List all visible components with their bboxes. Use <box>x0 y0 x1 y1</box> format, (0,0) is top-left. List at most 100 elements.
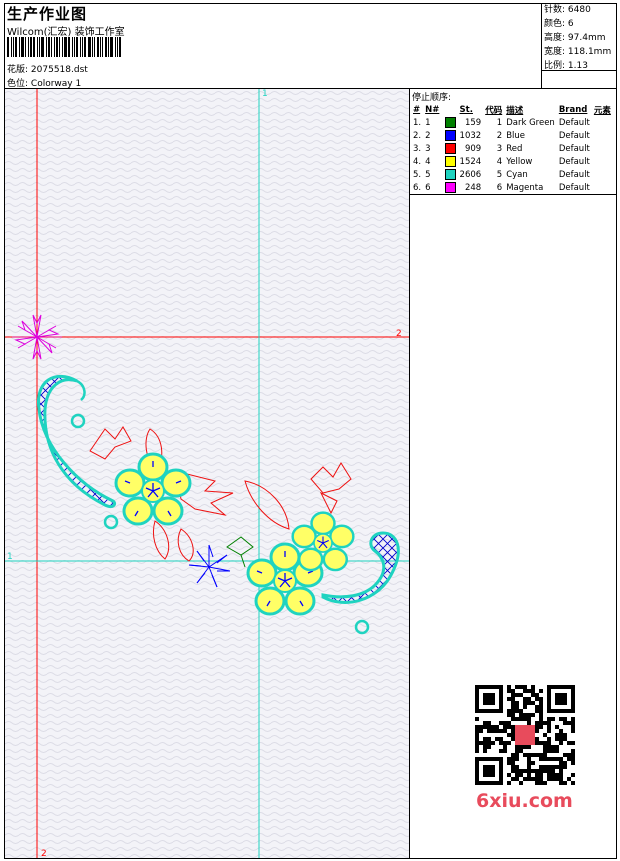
cell-st: 159 <box>464 117 482 128</box>
stat-width: 宽度: 118.1mm <box>544 47 612 57</box>
column-header: Brand <box>558 104 588 115</box>
barcode-bar <box>39 37 40 57</box>
table-cell: 5 <box>483 168 504 181</box>
table-cell: 3 <box>483 142 504 155</box>
table-cell: Cyan <box>504 168 557 181</box>
table-row: 2. 2 1032 2 Blue Default <box>411 129 613 142</box>
table-cell: Blue <box>504 129 557 142</box>
barcode-bar <box>21 37 24 57</box>
barcode-bar <box>115 37 116 57</box>
table-cell: Default <box>557 168 592 181</box>
barcode-bar <box>11 37 12 57</box>
column-header: St. <box>459 104 473 115</box>
table-cell: 909 <box>458 142 484 155</box>
table-cell: Default <box>557 116 592 129</box>
marker-right: 2 <box>396 329 402 339</box>
stop-sequence-title: 停止顺序: <box>412 93 452 103</box>
table-cell: 4 <box>423 155 457 168</box>
cell-n: 4 <box>425 157 431 167</box>
stats-panel: 针数: 6480 颜色: 6 高度: 97.4mm 宽度: 118.1mm 比例… <box>541 3 618 88</box>
cell-st: 2606 <box>459 169 482 180</box>
qr-code-image <box>475 685 575 785</box>
barcode-bar <box>48 37 50 57</box>
color-swatch <box>444 182 456 193</box>
cell-n: 3 <box>425 144 431 154</box>
barcode-bar <box>94 37 95 57</box>
table-cell: 5. <box>411 168 423 181</box>
table-cell: Magenta <box>504 181 557 194</box>
table-cell: 5 <box>423 168 457 181</box>
cell-code: 2 <box>496 130 503 141</box>
cell-code: 1 <box>496 117 503 128</box>
barcode-bar <box>64 37 67 57</box>
table-cell: Default <box>557 181 592 194</box>
embroidery-preview: 1 2 1 2 <box>5 89 409 858</box>
barcode-bar <box>41 37 44 57</box>
cell-desc: Dark Green <box>506 117 555 128</box>
barcode-bar <box>68 37 70 57</box>
cell-idx: 6. <box>413 182 422 193</box>
barcode-bar <box>100 37 101 57</box>
stop-sequence-divider <box>410 194 617 195</box>
cell-code: 6 <box>496 182 503 193</box>
table-cell: Red <box>504 142 557 155</box>
barcode-bar <box>37 37 38 57</box>
barcode-bar <box>51 37 52 57</box>
cell-code: 3 <box>496 143 503 154</box>
table-cell: 2 <box>423 129 457 142</box>
table-cell: 2 <box>483 129 504 142</box>
cell-code: 5 <box>496 169 503 180</box>
color-swatch <box>444 130 456 141</box>
column-header: 描述 <box>506 105 524 116</box>
marker-top: 1 <box>262 89 268 99</box>
color-swatch <box>444 169 456 180</box>
cell-brand: Default <box>558 117 590 128</box>
cell-brand: Default <box>558 182 590 193</box>
color-swatch <box>444 156 456 167</box>
table-cell: 1 <box>423 116 457 129</box>
table-cell: Default <box>557 155 592 168</box>
barcode-bar <box>76 37 78 57</box>
cell-desc: Magenta <box>506 182 544 193</box>
barcode-bar <box>30 37 32 57</box>
barcode-bar <box>72 37 73 57</box>
table-cell: Dark Green <box>504 116 557 129</box>
barcode-bar <box>46 37 47 57</box>
table-cell <box>592 155 613 168</box>
cell-desc: Yellow <box>506 156 533 167</box>
column-header: N# <box>425 104 440 115</box>
barcode-bar <box>88 37 91 57</box>
table-cell: 3 <box>423 142 457 155</box>
cell-brand: Default <box>558 156 590 167</box>
design-file: 花版: 2075518.dst <box>7 65 88 75</box>
cell-n: 5 <box>425 170 431 180</box>
barcode-bar <box>80 37 81 57</box>
table-cell: Default <box>557 129 592 142</box>
barcode-bar <box>7 37 9 57</box>
cell-idx: 5. <box>413 169 422 180</box>
cell-desc: Blue <box>506 130 526 141</box>
barcode-bar <box>108 37 109 57</box>
table-row: 3. 3 909 3 Red Default <box>411 142 613 155</box>
cell-desc: Red <box>506 143 523 154</box>
qr-code <box>470 682 580 788</box>
cell-code: 4 <box>496 156 503 167</box>
barcode-bar <box>97 37 99 57</box>
table-row: 4. 4 1524 4 Yellow Default <box>411 155 613 168</box>
column-header: 元素 <box>593 105 611 116</box>
cell-idx: 1. <box>413 117 422 128</box>
table-cell: 6. <box>411 181 423 194</box>
barcode-bar <box>54 37 55 57</box>
stats-divider <box>541 70 617 71</box>
design-canvas[interactable]: 1 2 1 2 <box>5 89 410 858</box>
design-file-value: 2075518.dst <box>30 65 88 75</box>
barcode-bar <box>92 37 93 57</box>
table-cell: 1 <box>483 116 504 129</box>
cell-brand: Default <box>558 143 590 154</box>
cell-idx: 2. <box>413 130 422 141</box>
cell-n: 6 <box>425 183 431 193</box>
color-swatch <box>444 117 456 128</box>
column-header: # <box>413 104 421 115</box>
sheet-title: 生产作业图 <box>7 5 88 23</box>
table-cell: 1032 <box>458 129 484 142</box>
